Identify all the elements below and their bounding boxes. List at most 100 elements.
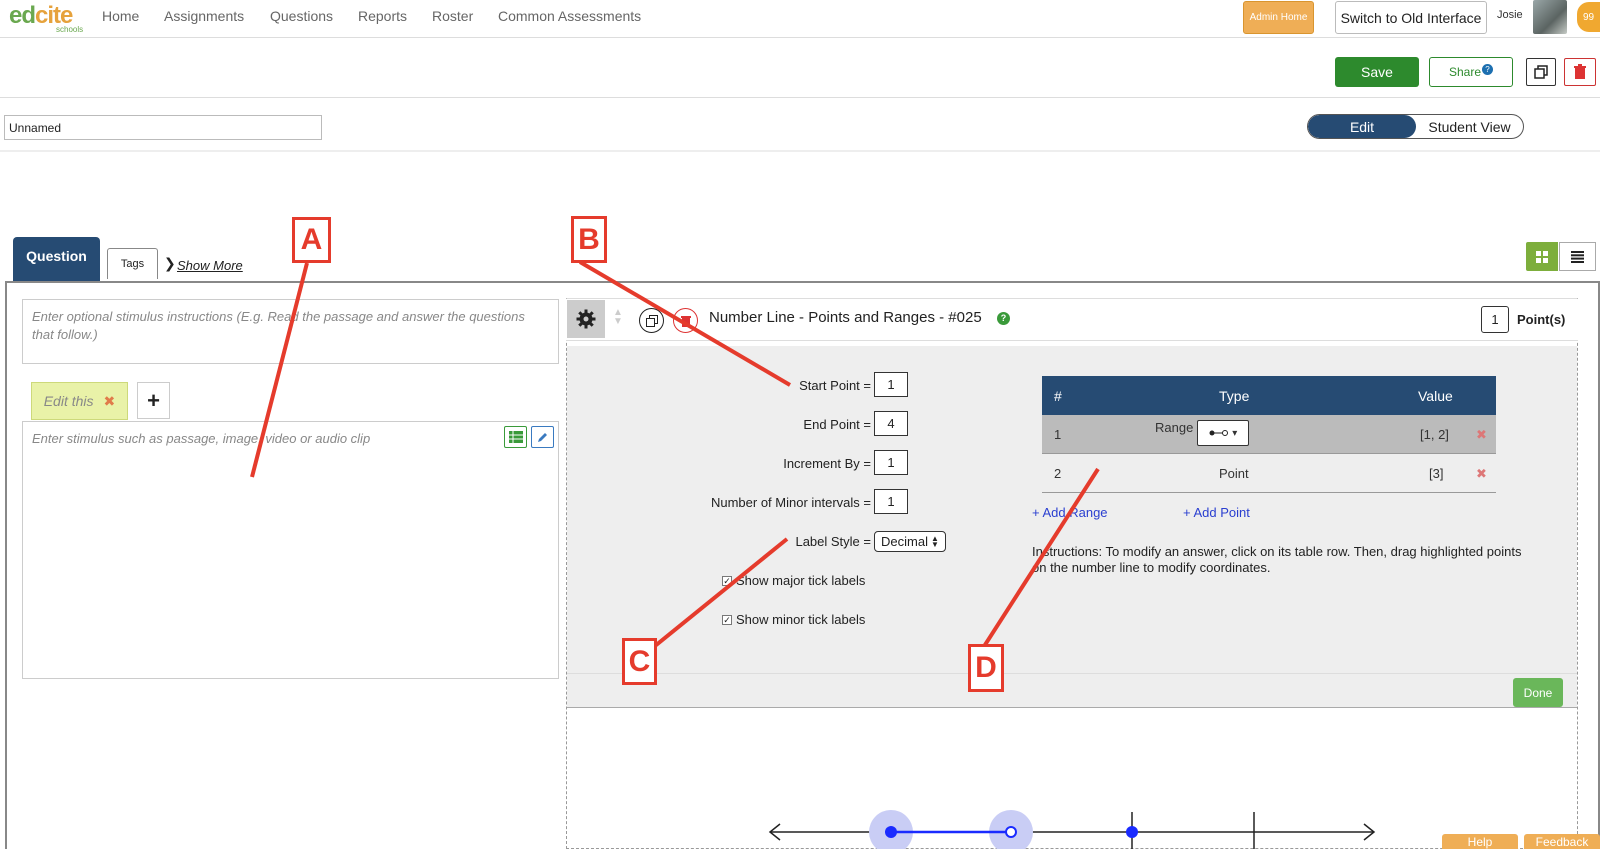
col-type-header: Type: [1219, 387, 1250, 404]
show-minor-tick-labels-checkbox[interactable]: ✓ Show minor tick labels: [722, 612, 865, 627]
minor-intervals-input[interactable]: 1: [874, 489, 908, 514]
show-major-label: Show major tick labels: [736, 573, 866, 588]
switch-old-interface-button[interactable]: Switch to Old Interface: [1335, 1, 1487, 34]
table-row[interactable]: 2 Point [3] ✖: [1042, 454, 1496, 493]
share-label: Share: [1448, 65, 1482, 79]
label-style-select[interactable]: Decimal ▲ ▼: [874, 531, 946, 552]
feedback-button[interactable]: Feedback: [1524, 834, 1600, 849]
answer-table: # Type Value 1 Range ▾ [1, 2] ✖ 2 Point […: [1042, 376, 1496, 493]
help-icon[interactable]: ?: [997, 312, 1010, 325]
nav-home[interactable]: Home: [102, 8, 139, 24]
row-type: Range ▾: [1155, 415, 1250, 454]
show-minor-label: Show minor tick labels: [736, 612, 866, 627]
nav-common-assessments[interactable]: Common Assessments: [498, 8, 641, 24]
show-more-link[interactable]: Show More: [177, 258, 243, 273]
nav-assignments[interactable]: Assignments: [164, 8, 244, 24]
copy-icon: [645, 314, 658, 327]
edit-stimulus-button[interactable]: [531, 426, 554, 448]
help-button[interactable]: Help: [1442, 834, 1518, 849]
nav-reports[interactable]: Reports: [358, 8, 407, 24]
close-icon[interactable]: ✖: [104, 393, 116, 410]
col-number-header: #: [1054, 387, 1062, 404]
points-label: Point(s): [1517, 312, 1566, 327]
edit-view-toggle[interactable]: Edit Student View: [1307, 114, 1524, 139]
callout-b: B: [571, 216, 607, 263]
edit-mode-button[interactable]: Edit: [1308, 115, 1416, 138]
increment-input[interactable]: 1: [874, 450, 908, 475]
pencil-icon: [537, 433, 547, 442]
share-button[interactable]: Share?: [1429, 57, 1513, 87]
question-title: Number Line - Points and Ranges - #025: [709, 309, 982, 326]
admin-home-button[interactable]: Admin Home: [1243, 1, 1314, 34]
user-name[interactable]: Josie: [1497, 9, 1523, 21]
avatar[interactable]: [1533, 0, 1567, 34]
add-range-link[interactable]: + Add Range: [1032, 505, 1108, 520]
range-type-select[interactable]: ▾: [1197, 420, 1250, 446]
callout-d: D: [968, 644, 1004, 692]
start-point-label: Start Point =: [799, 378, 871, 393]
tab-tags[interactable]: Tags: [107, 248, 158, 279]
closed-open-range-icon: [1209, 430, 1229, 436]
row-number: 2: [1054, 466, 1062, 481]
show-major-tick-labels-checkbox[interactable]: ✓ Show major tick labels: [722, 573, 865, 588]
trash-icon: [680, 315, 691, 327]
row-value: [1, 2]: [1420, 427, 1449, 442]
trash-icon: [1574, 64, 1586, 79]
delete-button[interactable]: [1564, 58, 1596, 86]
student-view-button[interactable]: Student View: [1416, 115, 1523, 138]
select-arrows-icon: ▲ ▼: [931, 533, 939, 549]
plus-icon: +: [147, 387, 160, 413]
row-value: [3]: [1429, 466, 1444, 481]
label-style-label: Label Style =: [795, 534, 871, 549]
list-icon: [1571, 250, 1584, 263]
minor-intervals-label: Number of Minor intervals =: [710, 495, 871, 510]
callout-c: C: [622, 638, 657, 685]
gear-icon: [576, 309, 596, 329]
grid-icon: [1536, 250, 1548, 263]
duplicate-button[interactable]: [1526, 58, 1556, 86]
action-toolbar: Save Share?: [0, 38, 1600, 98]
duplicate-question-button[interactable]: [639, 308, 664, 333]
settings-button[interactable]: [567, 300, 605, 338]
help-icon: ?: [1482, 63, 1494, 75]
nav-questions[interactable]: Questions: [270, 8, 333, 24]
table-row[interactable]: 1 Range ▾ [1, 2] ✖: [1042, 415, 1496, 454]
grid-view-button[interactable]: [1526, 242, 1558, 271]
settings-divider: [567, 673, 1577, 674]
points-input[interactable]: 1: [1481, 306, 1509, 333]
remove-row-icon[interactable]: ✖: [1476, 415, 1487, 454]
table-insert-button[interactable]: [504, 426, 527, 448]
remove-row-icon[interactable]: ✖: [1476, 454, 1487, 493]
assessment-name-input[interactable]: [4, 115, 322, 140]
stimulus-instructions-input[interactable]: Enter optional stimulus instructions (E.…: [22, 299, 559, 364]
end-point-label: End Point =: [803, 417, 871, 432]
table-icon: [508, 431, 523, 443]
start-point-input[interactable]: 1: [874, 372, 908, 397]
stimulus-body-input[interactable]: Enter stimulus such as passage, image, v…: [22, 421, 559, 679]
checkbox-checked-icon: ✓: [722, 575, 732, 586]
notification-bell-icon[interactable]: 99: [1577, 2, 1600, 32]
stimulus-tab-edit-this[interactable]: Edit this ✖: [31, 382, 128, 420]
list-view-button[interactable]: [1559, 242, 1596, 271]
copy-icon: [1534, 65, 1548, 79]
tab-question[interactable]: Question: [13, 237, 100, 281]
row-type: Point: [1219, 466, 1249, 481]
row-type-label: Range: [1155, 420, 1194, 435]
save-button[interactable]: Save: [1335, 57, 1419, 87]
answer-table-header: # Type Value: [1042, 376, 1496, 415]
delete-question-button[interactable]: [673, 308, 698, 333]
add-point-link[interactable]: + Add Point: [1183, 505, 1250, 520]
caret-down-icon: ▾: [1232, 427, 1238, 439]
done-button[interactable]: Done: [1513, 678, 1563, 707]
row-number: 1: [1054, 427, 1062, 442]
nav-roster[interactable]: Roster: [432, 8, 473, 24]
chevron-right-icon: ❯: [164, 255, 176, 271]
add-stimulus-tab-button[interactable]: +: [137, 382, 170, 419]
callout-a: A: [292, 217, 331, 263]
reorder-arrows-icon[interactable]: ▲ ▼: [613, 308, 623, 327]
end-point-input[interactable]: 4: [874, 411, 908, 436]
checkbox-checked-icon: ✓: [722, 614, 732, 625]
col-value-header: Value: [1418, 387, 1453, 404]
edit-this-label: Edit this: [43, 393, 94, 409]
label-style-value: Decimal: [881, 534, 929, 549]
